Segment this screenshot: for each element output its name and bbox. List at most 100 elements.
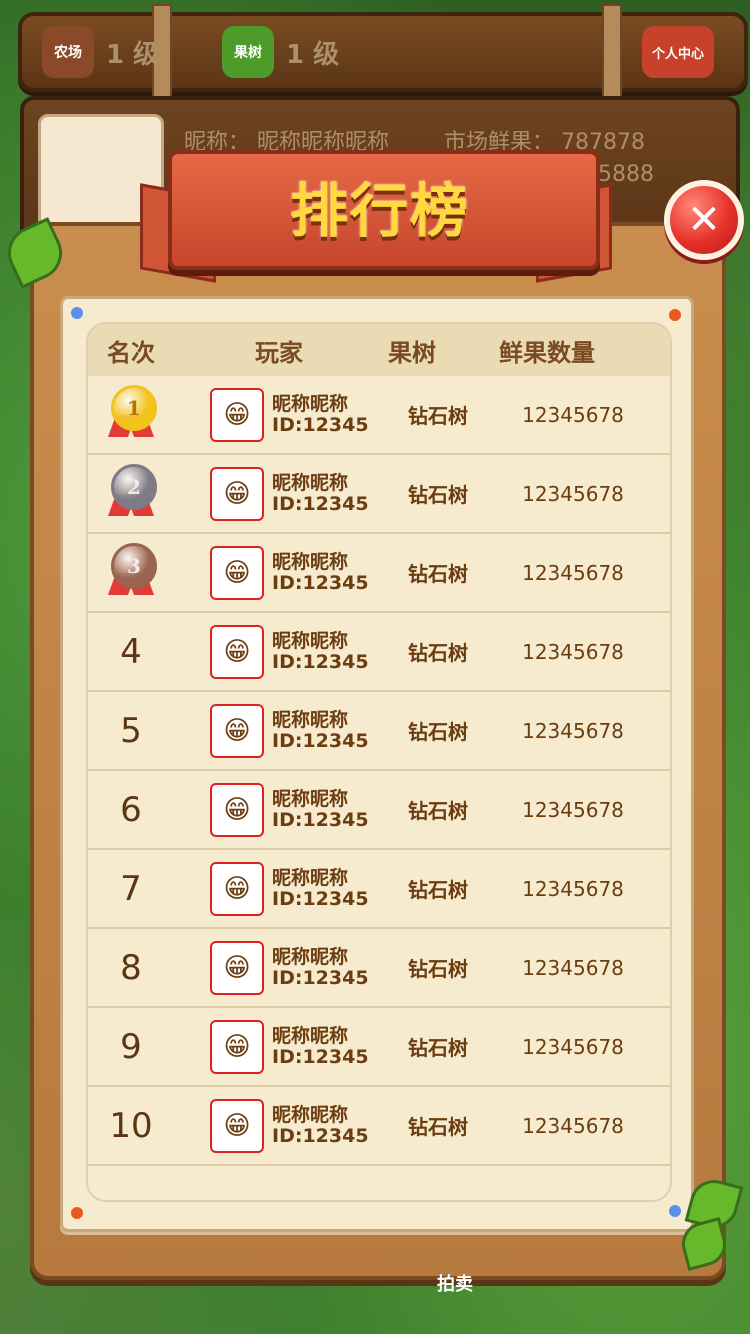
pin-icon (71, 1207, 83, 1219)
table-row[interactable]: 10 😁 昵称昵称 ID:12345 钻石树 12345678 (88, 1087, 670, 1166)
player-name: 昵称昵称 (272, 392, 349, 415)
fruit-count-cell: 12345678 (522, 1113, 624, 1138)
player-info: 昵称昵称 ID:12345 (272, 1103, 369, 1147)
tree-cell: 钻石树 (408, 878, 468, 902)
player-id: ID:12345 (272, 492, 369, 515)
player-name: 昵称昵称 (272, 550, 349, 573)
rank-cell: 1 (88, 384, 174, 445)
player-avatar[interactable]: 😁 (210, 1098, 264, 1153)
tree-cell: 钻石树 (408, 799, 468, 823)
player-info: 昵称昵称 ID:12345 (272, 472, 369, 515)
player-id: ID:12345 (272, 808, 369, 831)
table-row[interactable]: 7 😁 昵称昵称 ID:12345 钻石树 12345678 (88, 850, 670, 929)
orchard-icon[interactable]: 果树 (222, 26, 274, 78)
player-info: 昵称昵称 ID:12345 (272, 629, 369, 673)
player-info: 昵称昵称 ID:12345 (272, 708, 369, 752)
profile-center-button[interactable]: 个人中心 (642, 26, 714, 78)
column-rank: 名次 (107, 338, 155, 367)
player-id: ID:12345 (272, 966, 369, 989)
orchard-level-item[interactable]: 果树 1 级 (222, 26, 339, 78)
fruit-count-cell: 12345678 (522, 481, 624, 506)
rank-number: 5 (120, 710, 142, 751)
player-avatar[interactable]: 😁 (210, 782, 264, 837)
player-id: ID:12345 (272, 1124, 369, 1147)
player-cell: 😁 昵称昵称 ID:12345 (210, 1098, 400, 1153)
rank-number: 7 (120, 868, 142, 909)
medal-icon: 2 (106, 463, 157, 524)
player-info: 昵称昵称 ID:12345 (272, 550, 369, 594)
table-row[interactable]: 1 😁 昵称昵称 ID:12345 钻石树 12345678 (88, 376, 670, 455)
player-cell: 😁 昵称昵称 ID:12345 (210, 545, 400, 600)
player-name: 昵称昵称 (272, 629, 349, 652)
player-name: 昵称昵称 (272, 787, 349, 810)
rank-cell: 4 (88, 632, 174, 672)
player-id: ID:12345 (272, 650, 369, 673)
player-info: 昵称昵称 ID:12345 (272, 946, 369, 989)
player-id: ID:12345 (272, 887, 369, 910)
table-body: 1 😁 昵称昵称 ID:12345 钻石树 12345678 2 😁 昵称昵称 I… (88, 376, 670, 1166)
table-row[interactable]: 4 😁 昵称昵称 ID:12345 钻石树 12345678 (88, 613, 670, 692)
pin-icon (669, 309, 681, 321)
player-avatar[interactable]: 😁 (210, 466, 264, 521)
player-avatar[interactable]: 😁 (210, 940, 264, 995)
fruit-count-cell: 12345678 (522, 560, 624, 585)
player-avatar[interactable]: 😁 (210, 545, 264, 600)
leaderboard-table: 名次 玩家 果树 鲜果数量 1 😁 昵称昵称 ID:12345 钻石树 12345… (86, 322, 672, 1202)
medal-badge: 2 (111, 463, 157, 510)
rank-number: 9 (120, 1026, 142, 1067)
player-avatar[interactable]: 😁 (210, 1019, 264, 1074)
orchard-label: 果树 (234, 45, 262, 61)
player-name: 昵称昵称 (272, 708, 349, 731)
farm-icon[interactable]: 农场 (42, 26, 94, 78)
player-info: 昵称昵称 ID:12345 (272, 787, 369, 831)
rank-cell: 9 (88, 1027, 174, 1067)
table-row[interactable]: 5 😁 昵称昵称 ID:12345 钻石树 12345678 (88, 692, 670, 771)
player-name: 昵称昵称 (272, 1103, 349, 1126)
player-cell: 😁 昵称昵称 ID:12345 (210, 703, 400, 758)
auction-button[interactable]: 拍卖 (410, 1270, 500, 1330)
tree-cell: 钻石树 (408, 641, 468, 665)
farm-level-item[interactable]: 农场 1 级 (42, 26, 159, 78)
player-info: 昵称昵称 ID:12345 (272, 392, 369, 436)
player-avatar[interactable]: 😁 (210, 624, 264, 679)
player-id: ID:12345 (272, 413, 369, 436)
rank-number: 10 (109, 1105, 153, 1146)
table-row[interactable]: 6 😁 昵称昵称 ID:12345 钻石树 12345678 (88, 771, 670, 850)
pin-icon (71, 307, 83, 319)
player-avatar[interactable]: 😁 (210, 703, 264, 758)
farm-level: 1 级 (106, 39, 160, 70)
player-avatar[interactable]: 😁 (210, 861, 264, 916)
player-id: ID:12345 (272, 729, 369, 752)
player-cell: 😁 昵称昵称 ID:12345 (210, 861, 400, 916)
home-icon[interactable]: 个人中心 (642, 26, 714, 78)
close-button[interactable]: ✕ (664, 180, 744, 260)
auction-label: 拍卖 (437, 1274, 473, 1295)
player-cell: 😁 昵称昵称 ID:12345 (210, 387, 400, 442)
rank-cell: 5 (88, 711, 174, 751)
tree-cell: 钻石树 (408, 404, 468, 428)
table-row[interactable]: 9 😁 昵称昵称 ID:12345 钻石树 12345678 (88, 1008, 670, 1087)
tree-cell: 钻石树 (408, 1115, 468, 1139)
player-cell: 😁 昵称昵称 ID:12345 (210, 1019, 400, 1074)
farm-label: 农场 (54, 45, 82, 61)
profile-center-label: 个人中心 (651, 46, 704, 62)
table-row[interactable]: 8 😁 昵称昵称 ID:12345 钻石树 12345678 (88, 929, 670, 1008)
player-avatar[interactable]: 😁 (210, 387, 264, 442)
tree-cell: 钻石树 (408, 720, 468, 744)
medal-badge: 3 (111, 542, 157, 589)
fruit-count-cell: 12345678 (522, 718, 624, 743)
player-cell: 😁 昵称昵称 ID:12345 (210, 782, 400, 837)
table-header: 名次 玩家 果树 鲜果数量 (88, 324, 670, 376)
column-tree: 果树 (388, 338, 436, 367)
medal-badge: 1 (111, 384, 157, 431)
table-row[interactable]: 3 😁 昵称昵称 ID:12345 钻石树 12345678 (88, 534, 670, 613)
tree-cell: 钻石树 (408, 483, 468, 507)
pin-icon (669, 1205, 681, 1217)
column-fruit-count: 鲜果数量 (499, 338, 595, 367)
player-name: 昵称昵称 (272, 1024, 349, 1047)
player-info: 昵称昵称 ID:12345 (272, 867, 369, 910)
player-id: ID:12345 (272, 571, 369, 594)
fruit-count-cell: 12345678 (522, 1034, 624, 1059)
table-row[interactable]: 2 😁 昵称昵称 ID:12345 钻石树 12345678 (88, 455, 670, 534)
rank-cell: 3 (88, 542, 174, 603)
